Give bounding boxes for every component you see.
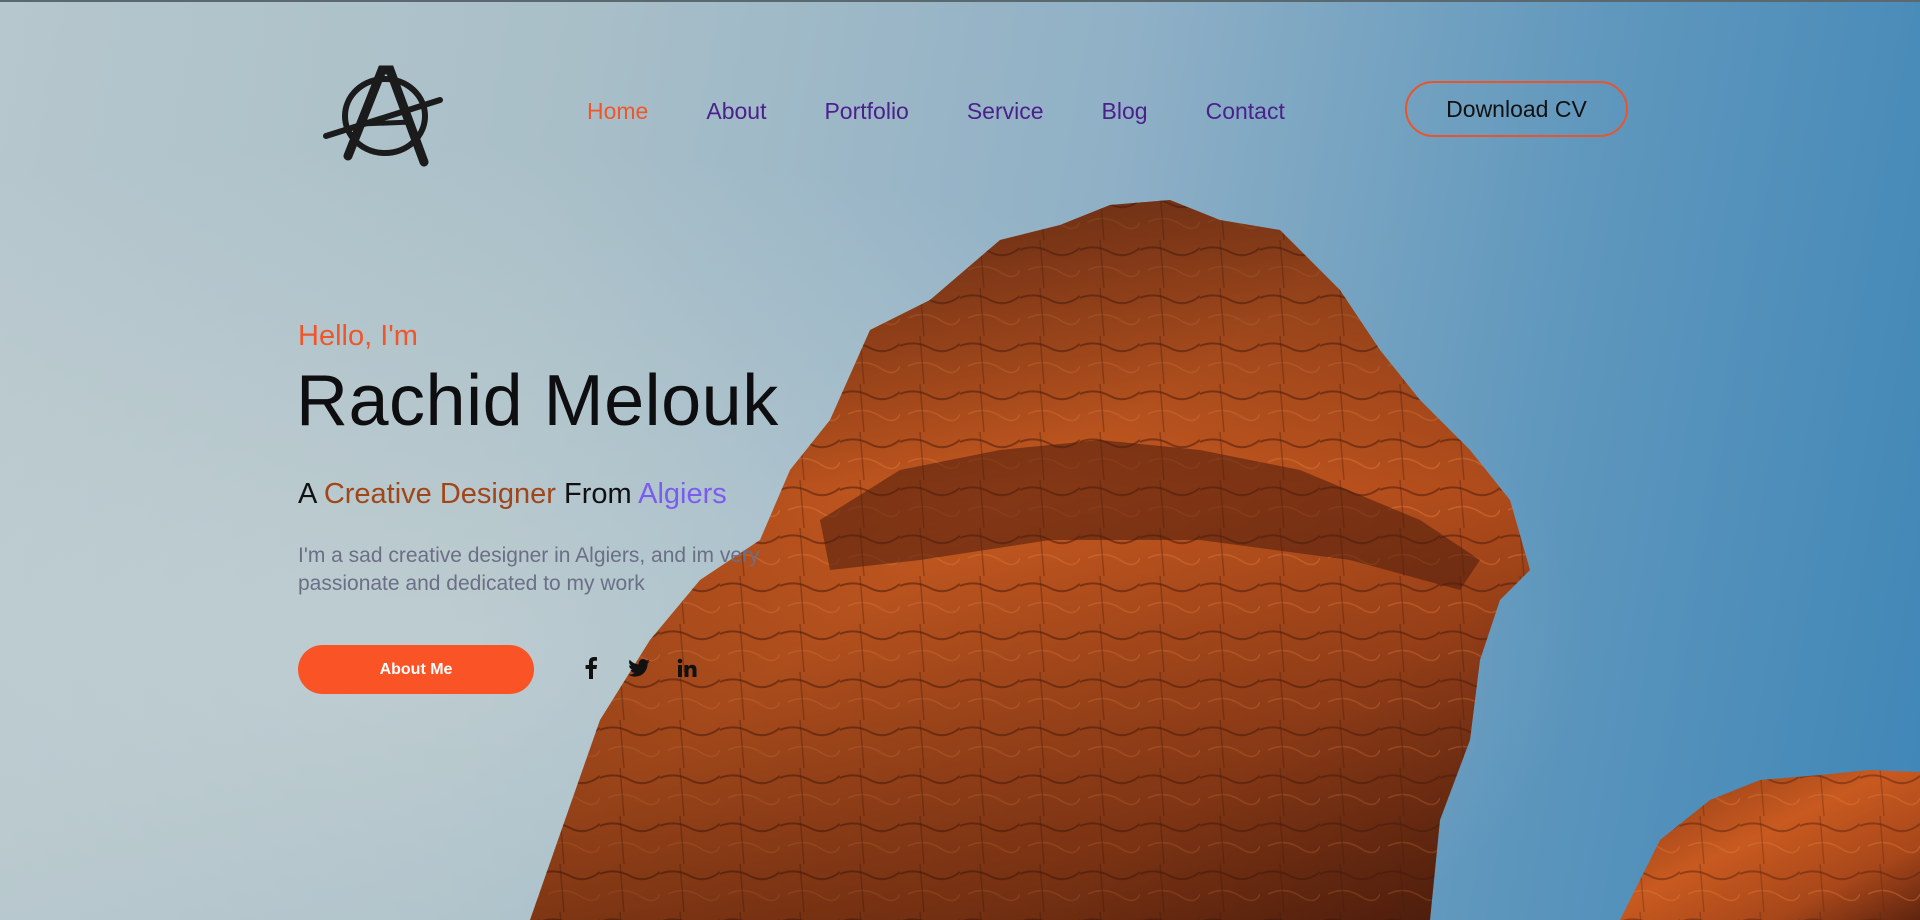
- hero-section: Home About Portfolio Service Blog Contac…: [0, 0, 1920, 920]
- hero-description: I'm a sad creative designer in Algiers, …: [298, 544, 760, 595]
- anarchy-logo[interactable]: [320, 64, 450, 174]
- nav-link-blog[interactable]: Blog: [1102, 96, 1148, 126]
- tagline-mid: From: [563, 478, 632, 510]
- tagline-city: Algiers: [638, 478, 727, 510]
- main-nav: Home About Portfolio Service Blog Contac…: [587, 96, 1343, 126]
- nav-link-about[interactable]: About: [706, 96, 766, 126]
- nav-link-service[interactable]: Service: [967, 96, 1044, 126]
- rock-background-image: [530, 200, 1920, 920]
- tagline-role: Creative Designer: [323, 478, 556, 510]
- nav-link-portfolio[interactable]: Portfolio: [824, 96, 908, 126]
- hero-tagline: A Creative Designer From Algiers: [298, 478, 727, 511]
- facebook-icon[interactable]: [578, 655, 604, 681]
- hero-name: Rachid Melouk: [296, 361, 779, 441]
- about-me-button[interactable]: About Me: [298, 645, 534, 694]
- greeting-text: Hello, I'm: [298, 320, 418, 352]
- linkedin-icon[interactable]: [674, 655, 700, 681]
- social-links: [578, 655, 700, 681]
- download-cv-button[interactable]: Download CV: [1405, 81, 1628, 137]
- nav-link-contact[interactable]: Contact: [1206, 96, 1285, 126]
- tagline-prefix: A: [298, 478, 316, 510]
- twitter-icon[interactable]: [626, 655, 652, 681]
- nav-link-home[interactable]: Home: [587, 96, 648, 126]
